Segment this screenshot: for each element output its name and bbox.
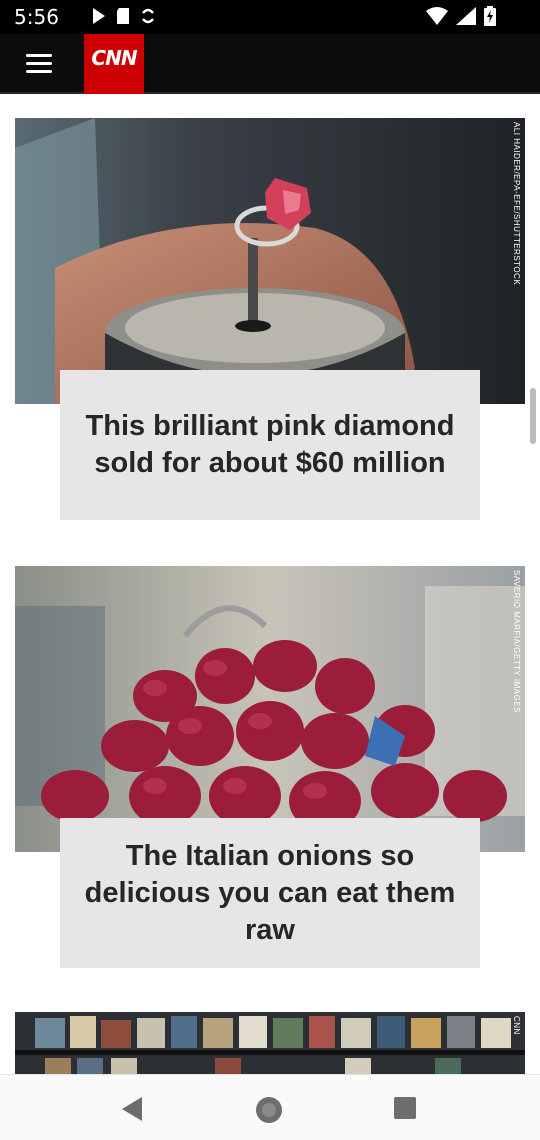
cell-signal-icon bbox=[456, 7, 476, 25]
sync-icon bbox=[142, 8, 154, 24]
photo-credit: SAVERIO MARFIA/GETTY IMAGES bbox=[512, 570, 521, 714]
story-card[interactable]: This brilliant pink diamond sold for abo… bbox=[60, 370, 480, 520]
story-card[interactable]: The Italian onions so delicious you can … bbox=[60, 818, 480, 968]
cnn-logo[interactable]: CNN bbox=[84, 34, 144, 94]
status-bar: 5:56 bbox=[0, 0, 540, 34]
news-feed[interactable]: ALI HAIDER/EPA-EFE/SHUTTERSTOCK This bri… bbox=[0, 96, 540, 1074]
scrollbar[interactable] bbox=[530, 388, 536, 444]
story-image-books[interactable]: CNN bbox=[15, 1012, 525, 1074]
system-icons bbox=[426, 6, 496, 26]
cnn-logo-text: CNN bbox=[91, 46, 137, 70]
notification-icons bbox=[92, 7, 156, 25]
story-image-diamond[interactable]: ALI HAIDER/EPA-EFE/SHUTTERSTOCK bbox=[15, 118, 525, 404]
battery-icon bbox=[484, 6, 496, 26]
menu-button[interactable] bbox=[26, 51, 56, 77]
red-onions-photo bbox=[15, 566, 525, 852]
home-icon[interactable] bbox=[254, 1095, 284, 1125]
wifi-icon bbox=[426, 7, 448, 25]
story-headline: The Italian onions so delicious you can … bbox=[84, 839, 456, 946]
photo-credit: CNN bbox=[512, 1016, 521, 1035]
app-header: CNN bbox=[0, 34, 540, 94]
story-image-onions[interactable]: SAVERIO MARFIA/GETTY IMAGES bbox=[15, 566, 525, 852]
sd-card-icon bbox=[117, 8, 129, 24]
back-icon[interactable] bbox=[118, 1095, 146, 1123]
menu-icon bbox=[26, 54, 52, 57]
bookshelf-photo bbox=[15, 1012, 525, 1074]
story-headline: This brilliant pink diamond sold for abo… bbox=[85, 410, 455, 479]
play-store-icon bbox=[93, 8, 105, 24]
recents-icon[interactable] bbox=[394, 1097, 416, 1119]
navigation-bar bbox=[0, 1074, 540, 1140]
photo-credit: ALI HAIDER/EPA-EFE/SHUTTERSTOCK bbox=[512, 122, 521, 286]
status-time: 5:56 bbox=[14, 5, 59, 29]
pink-diamond-photo bbox=[15, 118, 525, 404]
